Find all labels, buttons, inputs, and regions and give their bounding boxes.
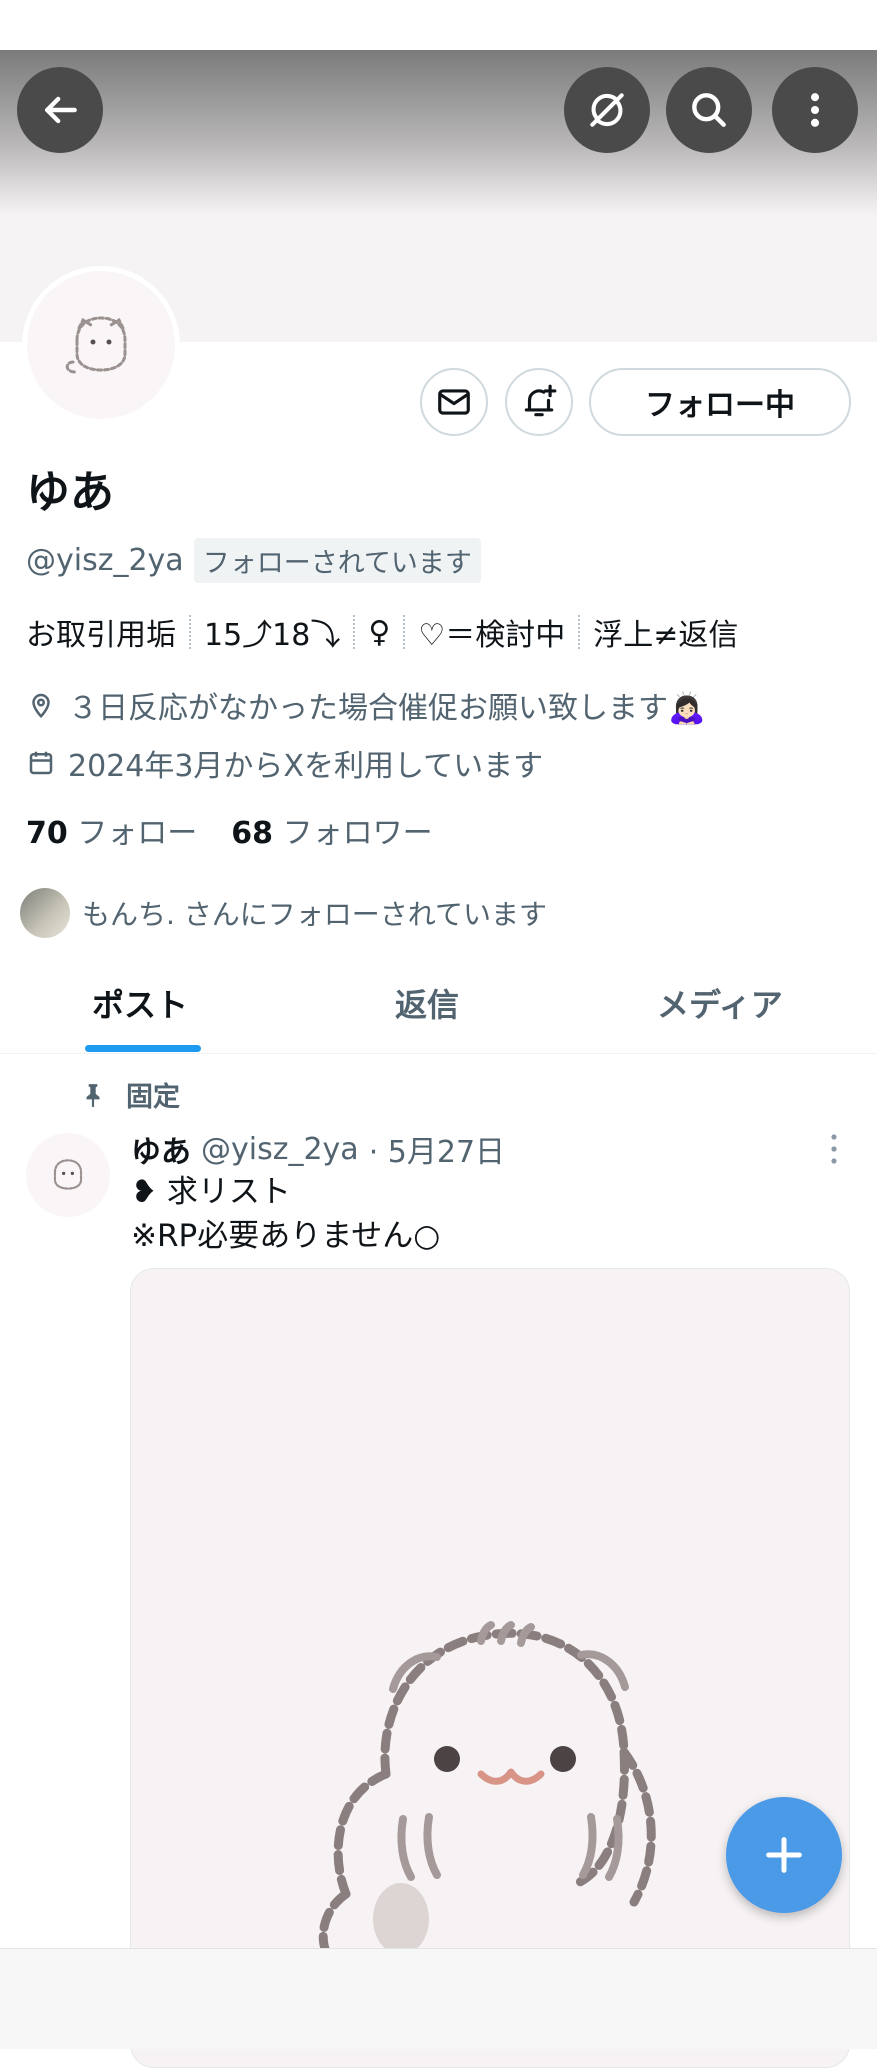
search-icon [692, 93, 726, 127]
post-date[interactable]: · 5月27日 [369, 1127, 505, 1171]
post-author-handle[interactable]: @yisz_2ya [201, 1132, 359, 1167]
location-row: ３日反応がなかった場合催促お願い致します🙇🏻‍♀️ [26, 683, 705, 727]
cat-avatar-icon [53, 1159, 83, 1190]
pin-icon [86, 1083, 100, 1107]
followed-by-text: もんち. さんにフォローされています [82, 898, 547, 931]
post-more-icon[interactable] [828, 1133, 840, 1165]
profile-handle: @yisz_2ya [26, 543, 184, 578]
post-line: ❥ 求リスト [131, 1174, 291, 1210]
pinned-label: 固定 [126, 1082, 180, 1113]
bio-segment: ♡＝検討中 [418, 618, 566, 653]
back-arrow-icon [44, 96, 77, 124]
post-author-name[interactable]: ゆあ [131, 1127, 191, 1171]
bio-divider [189, 615, 191, 649]
more-button[interactable] [772, 67, 858, 153]
tab-posts[interactable]: ポスト [92, 980, 188, 1026]
handle-row: @yisz_2ya フォローされています [26, 538, 481, 583]
post-line: ※RP必要ありません○ [131, 1218, 441, 1254]
message-button[interactable] [420, 368, 488, 436]
follow-counts: 70 フォロー 68 フォロワー [26, 808, 433, 852]
profile-name: ゆあ [26, 467, 114, 518]
following-label: フォロー [77, 816, 198, 851]
grok-icon [590, 93, 624, 127]
notify-button[interactable] [505, 368, 573, 436]
location-pin-icon [32, 693, 50, 719]
calendar-icon [29, 751, 53, 775]
follows-you-badge: フォローされています [193, 538, 481, 583]
post-author-avatar[interactable] [26, 1133, 110, 1217]
bell-plus-icon [524, 384, 557, 417]
bio-divider [578, 615, 581, 649]
following-count: 70 [26, 816, 68, 851]
cat-avatar-icon [65, 316, 127, 374]
joined-row: 2024年3月からXを利用しています [26, 741, 543, 785]
post-header: ゆあ @yisz_2ya · 5月27日 [131, 1127, 505, 1171]
followed-by-row[interactable]: もんち. さんにフォローされています [20, 888, 547, 938]
profile-tabs: ポスト 返信 メディア [0, 950, 877, 1054]
following-button[interactable]: フォロー中 [589, 368, 851, 436]
joined-text: 2024年3月からXを利用しています [68, 749, 544, 784]
tab-replies[interactable]: 返信 [395, 980, 459, 1026]
follower-avatar [20, 888, 70, 938]
location-text: ３日反応がなかった場合催促お願い致します🙇🏻‍♀️ [68, 691, 706, 726]
bottom-navigation-bar [0, 1948, 877, 2049]
post-text: ❥ 求リスト ※RP必要ありません○ [131, 1170, 440, 1258]
tab-media[interactable]: メディア [657, 980, 783, 1026]
bio-segment: 浮上≠返信 [593, 618, 739, 653]
plus-icon [766, 1837, 802, 1873]
profile-avatar[interactable] [22, 266, 180, 424]
followers-link[interactable]: 68 フォロワー [231, 808, 432, 852]
bio-segment: 15⤴18⤵ [204, 618, 341, 653]
active-tab-indicator [85, 1045, 201, 1052]
mail-icon [438, 389, 470, 415]
status-bar [0, 0, 877, 50]
bio-divider [353, 615, 356, 649]
followers-count: 68 [231, 816, 274, 851]
compose-post-button[interactable] [726, 1797, 842, 1913]
back-button[interactable] [17, 67, 103, 153]
profile-bio: お取引用垢 15⤴18⤵ ♀ ♡＝検討中 浮上≠返信 [26, 610, 738, 654]
following-link[interactable]: 70 フォロー [26, 808, 197, 852]
more-vertical-icon [810, 93, 820, 127]
followers-label: フォロワー [282, 816, 433, 851]
bio-segment: ♀ [368, 614, 391, 650]
bio-divider [403, 615, 406, 649]
search-button[interactable] [666, 67, 752, 153]
grok-button[interactable] [564, 67, 650, 153]
bio-segment: お取引用垢 [26, 618, 176, 653]
pinned-label-row: 固定 [80, 1075, 180, 1114]
